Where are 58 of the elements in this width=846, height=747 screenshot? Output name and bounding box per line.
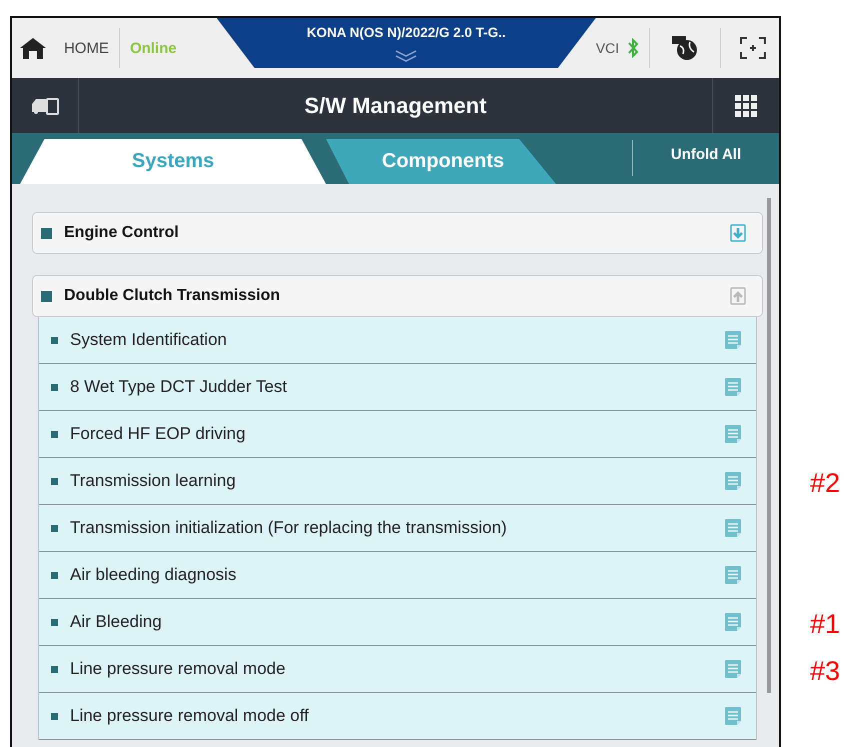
bullet-icon <box>51 572 58 578</box>
vci-label: VCI <box>596 40 620 56</box>
document-icon[interactable] <box>724 706 742 726</box>
unfold-all-button[interactable]: Unfold All <box>633 136 779 184</box>
list-item[interactable]: Forced HF EOP driving <box>39 411 756 458</box>
document-icon[interactable] <box>724 659 742 679</box>
item-label: System Identification <box>70 330 228 350</box>
bullet-icon <box>51 524 58 532</box>
collapse-icon[interactable] <box>730 287 746 305</box>
grid-menu-icon[interactable] <box>735 94 757 116</box>
list-item[interactable]: Line pressure removal mode off <box>39 693 756 740</box>
document-icon[interactable] <box>724 471 742 491</box>
bullet-icon <box>51 666 58 672</box>
bullet-icon <box>51 430 58 438</box>
home-link[interactable]: HOME <box>64 40 109 56</box>
list-item[interactable]: Transmission initialization (For replacing the transmission) <box>39 505 756 552</box>
item-label: Air bleeding diagnosis <box>70 565 238 585</box>
home-icon[interactable] <box>18 36 48 60</box>
annotation-label: #2 <box>810 468 840 499</box>
bluetooth-icon <box>627 38 640 58</box>
group-title: Double Clutch Transmission <box>64 287 282 305</box>
document-icon[interactable] <box>724 424 742 444</box>
bullet-icon <box>51 712 58 720</box>
item-label: 8 Wet Type DCT Judder Test <box>70 377 288 397</box>
group-header[interactable]: Double Clutch Transmission <box>32 275 763 317</box>
document-icon[interactable] <box>724 565 742 585</box>
group-title: Engine Control <box>64 224 180 242</box>
list-item[interactable]: System Identification <box>39 317 756 364</box>
item-label: Line pressure removal mode off <box>70 706 310 726</box>
scrollbar[interactable] <box>767 198 771 693</box>
list-item[interactable]: Air bleeding diagnosis <box>39 552 756 599</box>
document-icon[interactable] <box>724 612 742 632</box>
item-label: Transmission initialization (For replacing the transmission) <box>70 518 508 538</box>
document-icon[interactable] <box>724 518 742 538</box>
fullscreen-icon[interactable] <box>739 36 767 60</box>
bullet-icon <box>51 478 58 484</box>
vehicle-name: KONA N(OS N)/2022/G 2.0 T-G.. <box>306 25 506 40</box>
connection-status: Online <box>130 40 177 56</box>
expand-icon[interactable] <box>730 224 746 242</box>
annotation-label: #1 <box>810 609 840 640</box>
item-label: Forced HF EOP driving <box>70 424 246 444</box>
document-icon[interactable] <box>724 377 742 397</box>
bullet-icon <box>51 336 58 344</box>
document-icon[interactable] <box>724 330 742 350</box>
vehicle-document-icon[interactable] <box>30 96 60 116</box>
bullet-icon <box>41 228 52 238</box>
item-label: Air Bleeding <box>70 612 163 632</box>
bullet-icon <box>51 384 58 390</box>
item-label: Line pressure removal mode <box>70 659 286 679</box>
vehicle-banner[interactable]: KONA N(OS N)/2022/G 2.0 T-G.. <box>216 18 596 68</box>
screen-title: S/W Management <box>303 92 488 118</box>
bullet-icon <box>51 618 58 626</box>
annotation-label: #3 <box>810 656 840 687</box>
bullet-icon <box>41 290 52 302</box>
group-header[interactable]: Engine Control <box>32 212 763 254</box>
item-label: Transmission learning <box>70 471 237 491</box>
list-item[interactable]: 8 Wet Type DCT Judder Test <box>39 364 756 411</box>
chevron-down-icon[interactable] <box>394 50 418 62</box>
